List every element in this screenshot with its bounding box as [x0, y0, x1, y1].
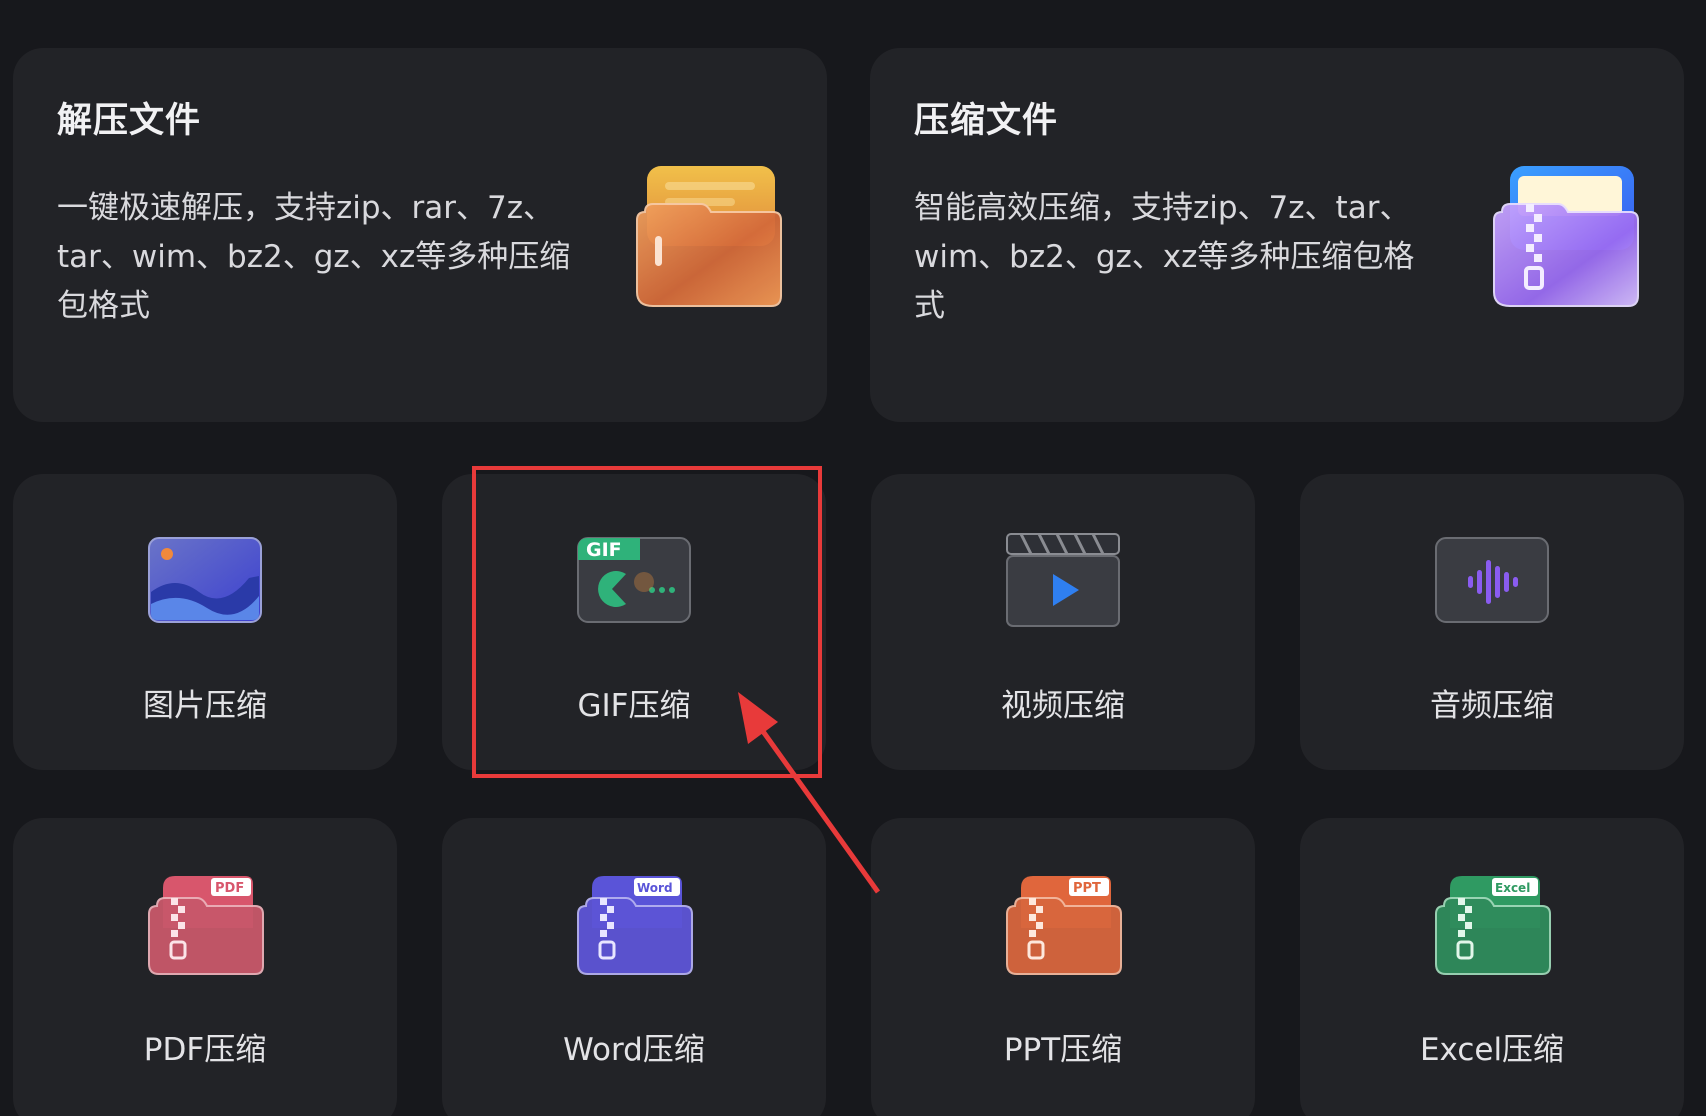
word-compress-card[interactable]: Word Word压缩	[442, 818, 826, 1116]
ppt-badge: PPT	[1073, 881, 1101, 896]
image-icon	[148, 537, 262, 623]
pdf-zip-icon: PDF	[148, 876, 264, 975]
folder-extract-icon	[636, 166, 782, 307]
excel-zip-icon: Excel	[1435, 876, 1551, 975]
ppt-compress-label: PPT压缩	[1003, 1032, 1123, 1068]
extract-files-title: 解压文件	[57, 101, 202, 141]
gif-icon: GIF	[577, 537, 691, 623]
gif-badge: GIF	[586, 539, 622, 561]
excel-compress-label: Excel压缩	[1419, 1032, 1565, 1068]
excel-badge: Excel	[1495, 881, 1530, 895]
ppt-compress-card[interactable]: PPT PPT压缩	[871, 818, 1255, 1116]
word-compress-label: Word压缩	[563, 1032, 705, 1068]
image-compress-label: 图片压缩	[143, 688, 267, 724]
gif-compress-label: GIF压缩	[577, 688, 691, 724]
compress-files-card[interactable]: 压缩文件 智能高效压缩，支持zip、7z、tar、wim、bz2、gz、xz等多…	[870, 48, 1684, 422]
folder-zip-icon	[1493, 166, 1639, 307]
word-badge: Word	[637, 881, 673, 895]
extract-files-description: 一键极速解压，支持zip、rar、7z、tar、wim、bz2、gz、xz等多种…	[57, 190, 571, 324]
video-clapper-icon	[1006, 533, 1120, 627]
word-zip-icon: Word	[577, 876, 693, 975]
compress-files-description: 智能高效压缩，支持zip、7z、tar、wim、bz2、gz、xz等多种压缩包格…	[914, 190, 1415, 324]
pdf-compress-label: PDF压缩	[143, 1032, 267, 1068]
pdf-compress-card[interactable]: PDF PDF压缩	[13, 818, 397, 1116]
tools-page: 解压文件 一键极速解压，支持zip、rar、7z、tar、wim、bz2、gz、…	[0, 0, 1706, 1116]
pdf-badge: PDF	[215, 881, 244, 896]
audio-compress-card[interactable]: 音频压缩	[1300, 474, 1684, 770]
video-compress-card[interactable]: 视频压缩	[871, 474, 1255, 770]
image-compress-card[interactable]: 图片压缩	[13, 474, 397, 770]
gif-compress-card[interactable]: GIF GIF压缩	[442, 474, 826, 770]
excel-compress-card[interactable]: Excel Excel压缩	[1300, 818, 1684, 1116]
audio-wave-icon	[1435, 537, 1549, 623]
audio-compress-label: 音频压缩	[1430, 688, 1554, 724]
compress-files-title: 压缩文件	[914, 101, 1059, 141]
video-compress-label: 视频压缩	[1001, 688, 1125, 724]
ppt-zip-icon: PPT	[1006, 876, 1122, 975]
extract-files-card[interactable]: 解压文件 一键极速解压，支持zip、rar、7z、tar、wim、bz2、gz、…	[13, 48, 827, 422]
